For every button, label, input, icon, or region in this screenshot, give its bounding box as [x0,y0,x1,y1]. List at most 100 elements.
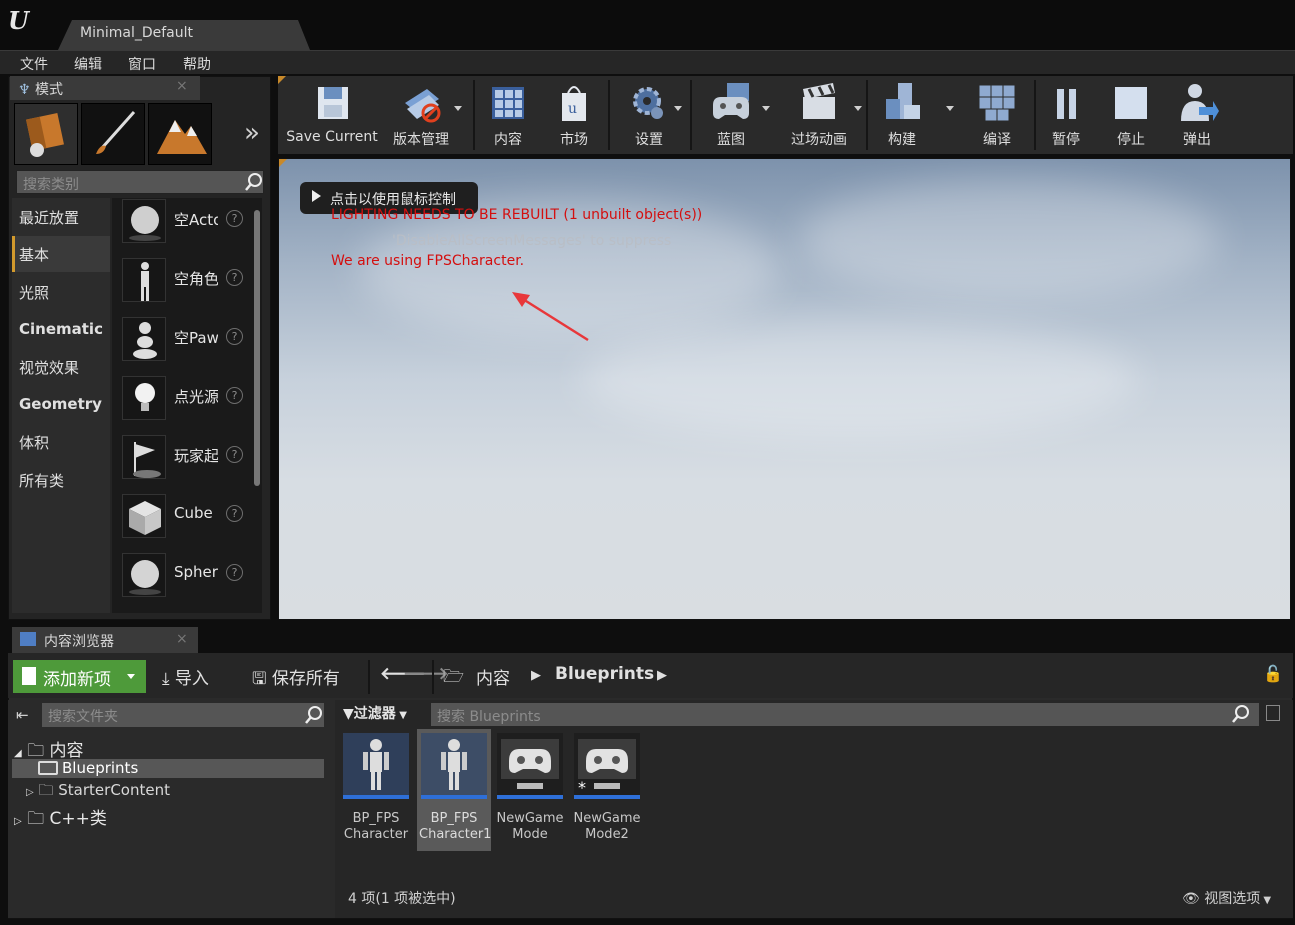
blueprints-button[interactable]: 蓝图 [694,76,770,154]
category-volumes[interactable]: 体积 [12,424,110,460]
help-icon[interactable]: ? [226,505,243,522]
folder-item-starter-content[interactable]: ▷ 🗀 StarterContent [26,780,170,805]
modes-tab[interactable]: ♆ 模式 × [10,76,200,100]
actor-item[interactable]: 点光源 ? [112,372,252,428]
breadcrumb-blueprints[interactable]: Blueprints [555,664,654,684]
level-viewport[interactable] [278,158,1291,620]
save-search-icon[interactable] [1266,705,1280,721]
breadcrumb-content[interactable]: 内容 [476,664,510,689]
pause-button[interactable]: 暂停 [1036,76,1096,154]
build-button[interactable]: 构建 [870,76,934,154]
brush-icon [96,111,136,154]
menu-help[interactable]: 帮助 [183,54,211,74]
category-all-classes[interactable]: 所有类 [12,462,110,498]
settings-button[interactable]: 设置 [612,76,686,154]
chevron-down-icon[interactable] [946,106,954,111]
category-recent[interactable]: 最近放置 [12,199,110,235]
compile-button[interactable]: 编译 [964,76,1030,154]
actor-label: 空角色 [174,270,218,288]
source-control-button[interactable]: 版本管理 [384,76,462,154]
search-icon[interactable] [1231,704,1251,724]
collapsed-arrow-icon: ▷ [14,816,22,827]
search-icon[interactable] [304,705,324,725]
filters-button[interactable]: ▼过滤器 ▼ [343,703,423,725]
sphere-thumbnail-icon [122,553,166,597]
save-current-button[interactable]: Save Current [282,76,382,154]
category-lights[interactable]: 光照 [12,274,110,310]
help-icon[interactable]: ? [226,328,243,345]
pause-label: 暂停 [1052,132,1080,148]
chevron-down-icon[interactable] [854,106,862,111]
breadcrumb-separator-icon[interactable]: ▶ [657,668,667,683]
folder-search-input[interactable]: 搜索文件夹 [42,703,324,727]
asset-tile-selected[interactable]: BP_FPS Character1 [417,729,491,851]
gamepad-icon: * [574,733,640,799]
collapsed-arrow-icon: ▷ [26,787,34,798]
eye-icon: 👁 [1182,891,1205,907]
view-options-button[interactable]: 👁 视图选项 ▼ [1182,888,1271,908]
toolbar-separator [432,660,434,694]
help-icon[interactable]: ? [226,387,243,404]
paint-mode-button[interactable] [81,103,145,165]
actor-item[interactable]: Sphere ? [112,549,252,605]
stop-button[interactable]: 停止 [1100,76,1162,154]
add-new-button[interactable]: 添加新项 [13,660,146,693]
eject-button[interactable]: 弹出 [1166,76,1228,154]
unreal-logo-icon[interactable]: U [8,6,38,36]
category-basic[interactable]: 基本 [12,236,110,272]
folder-item-blueprints[interactable]: Blueprints [12,759,324,778]
menu-file[interactable]: 文件 [20,54,48,74]
landscape-mode-button[interactable] [148,103,212,165]
actor-item[interactable]: Cube ? [112,490,252,546]
mouse-control-text: 点击以使用鼠标控制 [330,192,456,208]
folder-item-cpp-classes[interactable]: ▷ 🗀 C++类 [14,804,107,835]
save-all-button[interactable]: 🖫 保存所有 [252,664,340,695]
search-icon[interactable] [244,172,264,192]
category-search-input[interactable]: 搜索类别 [16,170,264,194]
asset-tile[interactable]: * NewGame Mode2 [572,733,642,849]
forward-arrow-icon[interactable]: 🡒 [403,664,449,684]
chevron-down-icon[interactable] [762,106,770,111]
viewport-corner-marker [279,159,287,167]
breadcrumb-separator-icon[interactable]: ▶ [531,668,541,683]
import-button[interactable]: ⤓ 导入 [162,664,209,689]
lock-icon[interactable]: 🔓 [1263,664,1283,683]
chevron-down-icon[interactable] [454,106,462,111]
content-button[interactable]: 内容 [476,76,540,154]
actor-item[interactable]: 空角色 ? [112,254,252,310]
toolbar-separator [368,660,370,694]
source-control-icon [399,81,443,125]
asset-tile[interactable]: NewGame Mode [495,733,565,849]
menu-edit[interactable]: 编辑 [74,54,102,74]
toggle-sources-icon[interactable]: ⇤ [16,706,29,724]
modes-icon: ♆ [18,82,36,98]
asset-tile[interactable]: BP_FPS Character [341,733,411,849]
actor-item[interactable]: 玩家起 ? [112,431,252,487]
category-cinematic[interactable]: Cinematic [12,312,110,348]
category-visual-effects[interactable]: 视觉效果 [12,349,110,385]
folder-icon: 🗀 [38,781,54,799]
download-icon: ⤓ [162,669,175,689]
place-mode-button[interactable] [14,103,78,165]
content-browser-tab[interactable]: 内容浏览器 × [12,627,198,653]
close-icon[interactable]: × [176,631,188,647]
close-icon[interactable]: × [176,78,188,94]
help-icon[interactable]: ? [226,210,243,227]
help-icon[interactable]: ? [226,446,243,463]
chevron-down-icon[interactable] [674,106,682,111]
actor-list-scrollbar[interactable] [254,210,260,486]
more-modes-icon[interactable]: » [244,118,260,148]
menu-window[interactable]: 窗口 [128,54,156,74]
actor-item[interactable]: 空Pawn ? [112,313,252,369]
asset-search-input[interactable]: 搜索 Blueprints [431,703,1259,726]
stop-icon [1109,81,1153,125]
help-icon[interactable]: ? [226,564,243,581]
cinematics-button[interactable]: 过场动画 [774,76,864,154]
help-icon[interactable]: ? [226,269,243,286]
actor-item[interactable]: 空Actor ? [112,195,252,251]
marketplace-button[interactable]: u 市场 [542,76,606,154]
category-geometry[interactable]: Geometry [12,387,110,423]
menu-bar: 文件 编辑 窗口 帮助 [0,50,1295,74]
map-tab[interactable]: Minimal_Default [58,20,310,50]
filters-label: 过滤器 [353,706,396,722]
